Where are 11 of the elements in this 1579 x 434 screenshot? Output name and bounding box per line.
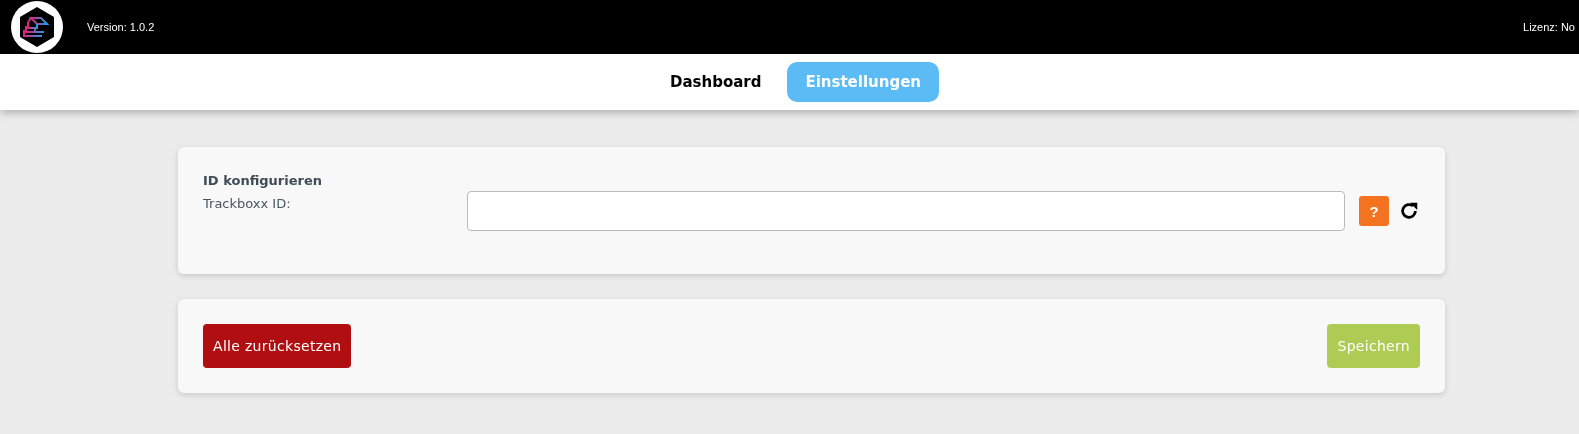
- refresh-icon[interactable]: [1398, 200, 1420, 222]
- version-label: Version: 1.0.2: [87, 21, 155, 33]
- help-button[interactable]: ?: [1359, 196, 1389, 226]
- save-button[interactable]: Speichern: [1327, 324, 1420, 368]
- card-title: ID konfigurieren: [203, 173, 323, 188]
- field-label: Trackboxx ID:: [203, 196, 292, 211]
- reset-button[interactable]: Alle zurücksetzen: [203, 324, 352, 368]
- license-label: Lizenz: No: [1523, 21, 1575, 33]
- id-input-field[interactable]: [467, 191, 1345, 231]
- nav-tab[interactable]: Einstellungen: [787, 62, 940, 102]
- nav-tab[interactable]: Dashboard: [653, 62, 778, 102]
